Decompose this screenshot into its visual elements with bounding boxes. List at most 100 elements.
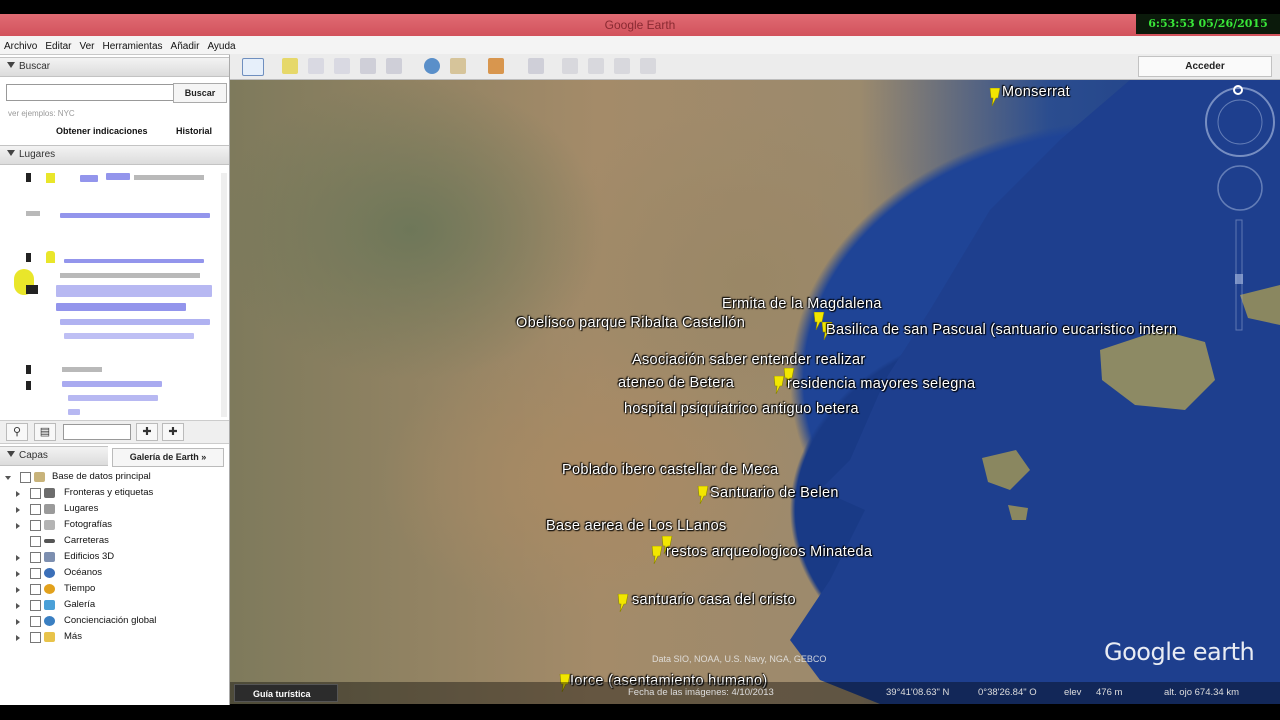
layers-panel-header[interactable]: Capas [0,446,108,466]
layer-row[interactable]: Océanos [0,565,229,581]
place-label[interactable]: santuario casa del cristo [632,592,796,608]
place-label[interactable]: residencia mayores selegna [787,376,975,392]
tour-guide-button[interactable]: Guía turística [234,684,338,702]
sidebar: Buscar Buscar ver ejemplos: NYC Obtener … [0,55,230,705]
move-joystick-icon[interactable] [1217,165,1263,211]
record-tour-icon[interactable] [386,58,402,74]
place-label[interactable]: Poblado ibero castellar de Meca [562,462,778,478]
search-input[interactable] [6,84,178,101]
place-label[interactable]: restos arqueologicos Minateda [666,544,872,560]
expand-icon[interactable] [16,635,20,641]
layer-row[interactable]: Edificios 3D [0,549,229,565]
layer-row[interactable]: Fotografías [0,517,229,533]
place-label[interactable]: Obelisco parque Ribalta Castellón [516,315,745,331]
layer-checkbox[interactable] [20,472,31,483]
sign-in-button[interactable]: Acceder [1138,56,1272,77]
search-panel-header[interactable]: Buscar [0,57,229,77]
layer-row[interactable]: Más [0,629,229,645]
expand-icon[interactable] [16,603,20,609]
menu-view[interactable]: Ver [75,38,98,56]
historical-imagery-icon[interactable] [424,58,440,74]
layer-row[interactable]: Fronteras y etiquetas [0,485,229,501]
save-image-icon[interactable] [614,58,630,74]
menu-file[interactable]: Archivo [0,38,41,56]
earth-gallery-button[interactable]: Galería de Earth » [112,448,224,467]
collapse-triangle-icon [7,451,15,457]
view-in-maps-icon[interactable] [640,58,656,74]
longitude-readout: 0°38'26.84" O [978,687,1037,698]
expand-icon[interactable] [5,476,11,480]
planets-icon[interactable] [488,58,504,74]
place-label[interactable]: Asociación saber entender realizar [632,352,865,368]
place-label[interactable]: hospital psiquiatrico antiguo betera [624,401,859,417]
window-title: Google Earth [604,18,676,32]
layer-checkbox[interactable] [30,552,41,563]
place-label[interactable]: ateneo de Betera [618,375,734,391]
map-view[interactable]: Monserrat Ermita de la Magdalena Obelisc… [230,80,1280,704]
toolbar: Acceder [230,54,1280,80]
place-label[interactable]: Monserrat [1002,84,1070,100]
sidebar-toggle-icon[interactable] [242,58,264,76]
zoom-slider-handle[interactable] [1235,274,1243,284]
search-places-icon[interactable]: ⚲ [6,423,28,441]
look-joystick-icon[interactable] [1205,87,1275,157]
bottom-black-bar [0,705,1280,720]
layer-row[interactable]: Carreteras [0,533,229,549]
layer-row[interactable]: Tiempo [0,581,229,597]
expand-icon[interactable] [16,491,20,497]
menu-add[interactable]: Añadir [167,38,204,56]
expand-icon[interactable] [16,571,20,577]
polygon-icon[interactable] [308,58,324,74]
print-icon[interactable] [588,58,604,74]
layer-checkbox[interactable] [30,520,41,531]
history-link[interactable]: Historial [176,126,212,136]
overlay-icon[interactable] [360,58,376,74]
layer-checkbox[interactable] [30,568,41,579]
placemark-pin[interactable] [988,88,1002,106]
layer-checkbox[interactable] [30,504,41,515]
places-panel-header[interactable]: Lugares [0,145,229,165]
expand-icon[interactable] [16,507,20,513]
places-filter-input[interactable] [63,424,131,440]
menu-edit[interactable]: Editar [41,38,75,56]
folder-icon [44,632,55,642]
panel-toggle-icon[interactable]: ▤ [34,423,56,441]
navigation-controls[interactable] [1202,84,1278,334]
expand-icon[interactable] [16,587,20,593]
menu-tools[interactable]: Herramientas [99,38,167,56]
directions-link[interactable]: Obtener indicaciones [56,126,148,136]
place-label[interactable]: Ermita de la Magdalena [722,296,882,312]
down-icon[interactable]: ✚ [162,423,184,441]
layer-row[interactable]: Galería [0,597,229,613]
layer-row[interactable]: Concienciación global [0,613,229,629]
layer-checkbox[interactable] [30,600,41,611]
placemark-pin[interactable] [616,594,630,612]
places-scrollbar[interactable] [221,173,227,417]
gallery-star-icon [44,600,55,610]
roads-icon [44,539,55,543]
weather-sun-icon [44,584,55,594]
place-label[interactable]: Basilica de san Pascual (santuario eucar… [826,322,1177,338]
layer-checkbox[interactable] [30,632,41,643]
clock-overlay: 6:53:53 05/26/2015 [1136,14,1280,34]
ruler-icon[interactable] [528,58,544,74]
expand-icon[interactable] [16,523,20,529]
layer-row[interactable]: Lugares [0,501,229,517]
places-list-blurred[interactable] [2,173,224,417]
layer-checkbox[interactable] [30,584,41,595]
layer-checkbox[interactable] [30,488,41,499]
placemark-icon[interactable] [282,58,298,74]
expand-icon[interactable] [16,555,20,561]
expand-icon[interactable] [16,619,20,625]
place-label[interactable]: Base aerea de Los LLanos [546,518,727,534]
layer-checkbox[interactable] [30,536,41,547]
place-label[interactable]: Santuario de Belen [710,485,839,501]
email-icon[interactable] [562,58,578,74]
layer-row[interactable]: Base de datos principal [0,469,229,485]
layer-checkbox[interactable] [30,616,41,627]
up-icon[interactable]: ✚ [136,423,158,441]
sunlight-icon[interactable] [450,58,466,74]
placemark-pin[interactable] [696,486,710,504]
path-icon[interactable] [334,58,350,74]
search-button[interactable]: Buscar [173,83,227,103]
